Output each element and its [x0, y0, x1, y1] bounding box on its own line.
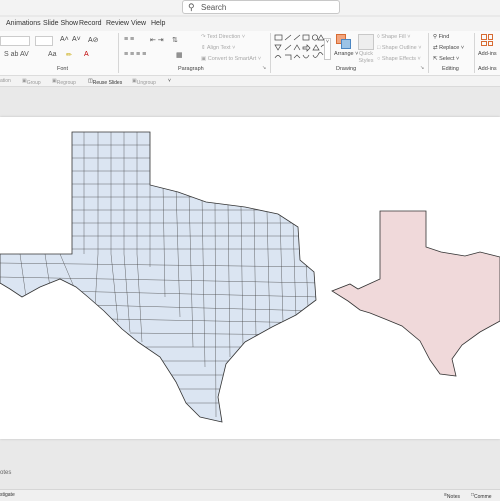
divider — [270, 33, 271, 73]
tab-slide-show[interactable]: Slide Show — [43, 20, 78, 27]
text-direction-button[interactable]: ↷ Text Direction ˅ — [201, 34, 245, 40]
tab-help[interactable]: Help — [151, 20, 165, 27]
divider — [428, 33, 429, 73]
tab-review[interactable]: Review — [106, 20, 129, 27]
line-spacing-icon[interactable]: ⇅ — [172, 36, 178, 44]
group-label-addins: Add-ins — [478, 66, 497, 72]
search-placeholder: Search — [201, 3, 227, 12]
slide-artwork — [0, 131, 500, 423]
group-label-paragraph: Paragraph — [178, 66, 204, 72]
texas-county-map — [0, 131, 317, 423]
reuse-slides-button[interactable]: ◫ Reuse Slides — [88, 78, 122, 86]
tab-record[interactable]: Record — [79, 20, 102, 27]
texas-outline-shape — [331, 210, 500, 377]
search-icon: ⚲ — [188, 2, 195, 12]
shapes-gallery[interactable] — [274, 34, 330, 64]
quick-styles-icon — [358, 34, 374, 50]
shape-outline-button[interactable]: □ Shape Outline ˅ — [377, 45, 421, 51]
select-button[interactable]: ⇱ Select ˅ — [433, 56, 459, 62]
align-icons[interactable]: ≡ ≡ ≡ ≡ — [124, 51, 146, 58]
ribbon: A˄ A˅ A⊘ S ab AV Aa ✏ A Font ≡ ≡ ⇤ ⇥ ⇅ ≡… — [0, 31, 500, 76]
clear-format-icon[interactable]: A⊘ — [88, 36, 99, 44]
grow-font-icon[interactable]: A˄ — [60, 36, 69, 43]
shapes-more-button[interactable]: ˅ — [324, 38, 331, 60]
font-name-field[interactable] — [0, 36, 30, 46]
convert-smartart-button[interactable]: ▣ Convert to SmartArt ˅ — [201, 56, 261, 62]
title-bar: ⚲ Search — [0, 0, 500, 15]
secondary-toolbar: ation ▣ Group ▣ Regroup ◫ Reuse Slides ▣… — [0, 76, 500, 87]
arrange-button[interactable]: Arrange ˅ — [334, 51, 358, 57]
regroup-button[interactable]: ▣ Regroup — [52, 78, 76, 86]
customize-toolbar-icon[interactable]: ˅ — [168, 78, 171, 84]
shrink-font-icon[interactable]: A˅ — [72, 36, 81, 43]
indent-icons[interactable]: ⇤ ⇥ — [150, 36, 164, 44]
search-box[interactable]: ⚲ Search — [182, 0, 340, 14]
tab-view[interactable]: View — [131, 20, 146, 27]
group-label-font: Font — [57, 66, 69, 72]
font-color-icon[interactable]: A — [84, 51, 89, 58]
columns-icon[interactable]: ▦ — [176, 51, 183, 59]
group-button[interactable]: ▣ Group — [22, 78, 41, 86]
shape-effects-button[interactable]: ○ Shape Effects ˅ — [377, 56, 421, 62]
dialog-launcher-icon[interactable]: ↘ — [262, 65, 266, 71]
group-label-editing: Editing — [442, 66, 459, 72]
notes-pane-label[interactable]: otes — [0, 470, 11, 476]
font-style-icons[interactable]: S ab AV — [4, 51, 29, 58]
divider — [118, 33, 119, 73]
tab-animations[interactable]: Animations — [6, 20, 41, 27]
bullets-icon[interactable]: ≡ ≡ — [124, 36, 134, 43]
align-text-button[interactable]: ⇕ Align Text ˅ — [201, 45, 235, 51]
find-button[interactable]: ⚲ Find — [433, 34, 449, 40]
ribbon-tabs: Animations Slide Show Record Review View… — [0, 17, 500, 31]
dialog-launcher-icon[interactable]: ↘ — [420, 65, 424, 71]
status-bar: stigate ≡ Notes □ Comme — [0, 489, 500, 501]
quick-styles-button[interactable]: Quick Styles — [356, 51, 376, 65]
shape-fill-button[interactable]: ◊ Shape Fill ˅ — [377, 34, 410, 40]
ungroup-button[interactable]: ▣ Ungroup — [132, 78, 156, 86]
divider — [474, 33, 475, 73]
subbar-item-animation[interactable]: ation — [0, 78, 11, 84]
addins-button[interactable]: Add-ins — [478, 51, 497, 57]
aa-icon[interactable]: Aa — [48, 51, 57, 58]
comments-button[interactable]: □ Comme — [471, 492, 492, 500]
replace-button[interactable]: ⇄ Replace ˅ — [433, 45, 464, 51]
status-accessibility[interactable]: stigate — [0, 492, 15, 498]
group-label-drawing: Drawing — [336, 66, 357, 72]
addins-icon — [481, 34, 493, 46]
notes-button[interactable]: ≡ Notes — [444, 492, 460, 500]
arrange-icon — [336, 34, 351, 49]
font-size-field[interactable] — [35, 36, 53, 46]
highlight-icon[interactable]: ✏ — [66, 51, 72, 59]
slide-canvas[interactable] — [0, 117, 500, 439]
